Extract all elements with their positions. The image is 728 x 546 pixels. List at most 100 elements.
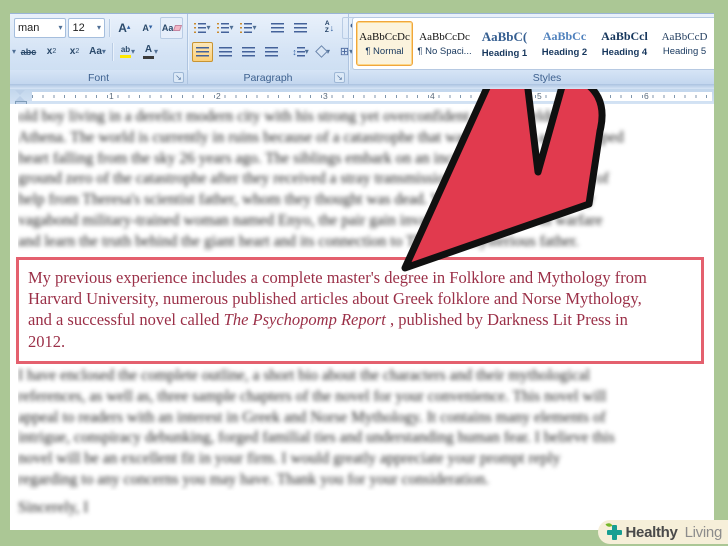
increase-indent-icon xyxy=(294,22,307,33)
style-no-spacing[interactable]: AaBbCcDc ¶ No Spaci... xyxy=(416,21,473,66)
document-page[interactable]: old boy living in a derelict modern city… xyxy=(10,104,714,530)
doc-line: heart falling from the sky 26 years ago.… xyxy=(18,149,586,167)
highlight-text: and a successful novel called xyxy=(28,310,224,330)
blurred-paragraph-2: I have enclosed the complete outline, a … xyxy=(18,366,712,491)
font-group: man ▾ 12 ▾ A ▴ A ▾ Aa ▾ abc x 2 x 2 Aa ▾… xyxy=(10,14,188,85)
decrease-indent-button[interactable] xyxy=(267,18,288,38)
font-dialog-launcher[interactable]: ↘ xyxy=(173,72,184,83)
font-color-label: A xyxy=(144,43,153,55)
ruler-number: 3 xyxy=(322,91,329,101)
eraser-icon xyxy=(173,24,183,31)
bullets-icon xyxy=(194,22,207,33)
strikethrough-button[interactable]: abc xyxy=(18,42,39,62)
font-name-value: man xyxy=(18,21,40,34)
change-case-icon: Aa xyxy=(89,46,102,57)
align-right-button[interactable] xyxy=(238,42,259,62)
doc-line: and learn the truth behind the giant hea… xyxy=(18,232,579,250)
sort-button[interactable]: A Z ↓ xyxy=(319,18,340,38)
chevron-down-icon: ▾ xyxy=(252,22,257,32)
style-sample: AaBbC( xyxy=(481,28,528,44)
underline-menu-arrow-icon[interactable]: ▾ xyxy=(12,47,16,56)
chevron-down-icon: ▾ xyxy=(131,46,136,56)
highlight-line: and a successful novel called The Psycho… xyxy=(28,309,697,330)
align-left-icon xyxy=(196,46,209,57)
doc-line: help from Theresa's scientist father, wh… xyxy=(18,191,595,209)
font-color-button[interactable]: A ▾ xyxy=(140,42,161,62)
font-color-bar xyxy=(143,55,154,59)
doc-line: vagabond military-trained woman named En… xyxy=(18,211,603,229)
chevron-down-icon: ▾ xyxy=(101,46,106,56)
ruler-number: 1 xyxy=(108,91,115,101)
style-sample: AaBbCcl xyxy=(601,29,648,43)
paragraph-dialog-launcher[interactable]: ↘ xyxy=(334,72,345,83)
line-spacing-button[interactable]: ↕ ▾ xyxy=(290,42,311,62)
style-normal[interactable]: AaBbCcDc ¶ Normal xyxy=(356,21,413,66)
style-heading-2[interactable]: AaBbCc Heading 2 xyxy=(536,21,593,66)
sort-arrow-icon: ↓ xyxy=(329,22,335,33)
chevron-down-icon: ▾ xyxy=(304,46,309,56)
decrease-indent-icon xyxy=(271,22,284,33)
highlight-color-bar xyxy=(120,54,131,58)
novel-title-italic: The Psychopomp Report xyxy=(223,310,386,330)
subscript-button[interactable]: x2 xyxy=(41,42,62,62)
up-arrow-icon: ▴ xyxy=(126,24,131,31)
doc-line: I have enclosed the complete outline, a … xyxy=(18,367,591,384)
screenshot-frame: man ▾ 12 ▾ A ▴ A ▾ Aa ▾ abc x 2 x 2 Aa ▾… xyxy=(0,0,728,546)
highlight-line: 2012. xyxy=(28,331,66,351)
align-center-button[interactable] xyxy=(215,42,236,62)
bullets-button[interactable]: ▾ xyxy=(192,18,213,38)
paragraph-group: ▾ ▾ ▾ A Z ↓ ¶ xyxy=(188,14,365,85)
justify-button[interactable] xyxy=(261,42,282,62)
font-color-icon: A xyxy=(143,43,154,59)
ruler-number: 6 xyxy=(643,91,650,101)
indent-markers[interactable] xyxy=(15,90,27,106)
blurred-paragraph-1: old boy living in a derelict modern city… xyxy=(18,107,712,253)
styles-gallery: AaBbCcDc ¶ Normal AaBbCcDc ¶ No Spaci...… xyxy=(352,17,714,70)
style-heading-1[interactable]: AaBbC( Heading 1 xyxy=(476,21,533,66)
ruler-number: 2 xyxy=(215,91,222,101)
superscript-button[interactable]: x2 xyxy=(64,42,85,62)
text-highlight-button[interactable]: ab ▾ xyxy=(117,42,138,62)
highlight-line: Harvard University, numerous published a… xyxy=(28,289,642,309)
style-sample: AaBbCc xyxy=(542,29,587,43)
multilevel-list-button[interactable]: ▾ xyxy=(238,18,259,38)
style-heading-4[interactable]: AaBbCcl Heading 4 xyxy=(596,21,653,66)
numbering-button[interactable]: ▾ xyxy=(215,18,236,38)
style-label: Heading 4 xyxy=(601,47,648,58)
font-name-combo[interactable]: man ▾ xyxy=(14,17,67,38)
doc-line: novel will be an excellent fit in your f… xyxy=(18,450,561,468)
increase-indent-button[interactable] xyxy=(290,18,311,38)
clear-formatting-icon: Aa xyxy=(161,22,174,33)
doc-line: Athena. The world is currently in ruins … xyxy=(18,128,624,146)
numbering-icon xyxy=(217,22,230,33)
doc-line: references, as well as, three sample cha… xyxy=(18,387,607,405)
styles-group-label: Styles xyxy=(532,71,562,84)
borders-icon: ⊞ xyxy=(339,46,350,58)
multilevel-list-icon xyxy=(240,22,253,33)
align-left-button[interactable] xyxy=(192,41,213,62)
align-center-icon xyxy=(219,46,232,57)
style-heading-5[interactable]: AaBbCcD Heading 5 xyxy=(656,21,713,66)
paragraph-group-label: Paragraph xyxy=(243,71,293,84)
grow-font-button[interactable]: A ▴ xyxy=(114,18,135,38)
shading-button[interactable]: ▾ xyxy=(313,42,334,62)
doc-line: ground zero of the catastrophe after the… xyxy=(18,170,609,188)
line-spacing-lines-icon xyxy=(296,46,305,57)
healthy-living-watermark: Healthy Living xyxy=(597,520,728,544)
font-size-value: 12 xyxy=(72,21,85,34)
divider xyxy=(112,42,114,61)
clear-formatting-button[interactable]: Aa xyxy=(159,16,183,39)
highlight-line: My previous experience includes a comple… xyxy=(28,268,647,287)
style-label: ¶ No Spaci... xyxy=(417,45,472,57)
grow-font-icon: A xyxy=(118,20,127,35)
font-size-combo[interactable]: 12 ▾ xyxy=(68,17,105,38)
health-cross-icon xyxy=(604,521,622,540)
highlight-icon: ab xyxy=(120,45,131,58)
shrink-font-button[interactable]: A ▾ xyxy=(137,18,158,38)
word-ribbon: man ▾ 12 ▾ A ▴ A ▾ Aa ▾ abc x 2 x 2 Aa ▾… xyxy=(10,13,714,85)
first-line-indent-icon xyxy=(15,90,25,95)
style-sample: AaBbCcDc xyxy=(359,30,410,43)
chevron-down-icon: ▾ xyxy=(154,46,159,56)
change-case-button[interactable]: Aa ▾ xyxy=(87,42,108,62)
horizontal-ruler: 1 2 3 4 5 6 xyxy=(10,89,714,106)
